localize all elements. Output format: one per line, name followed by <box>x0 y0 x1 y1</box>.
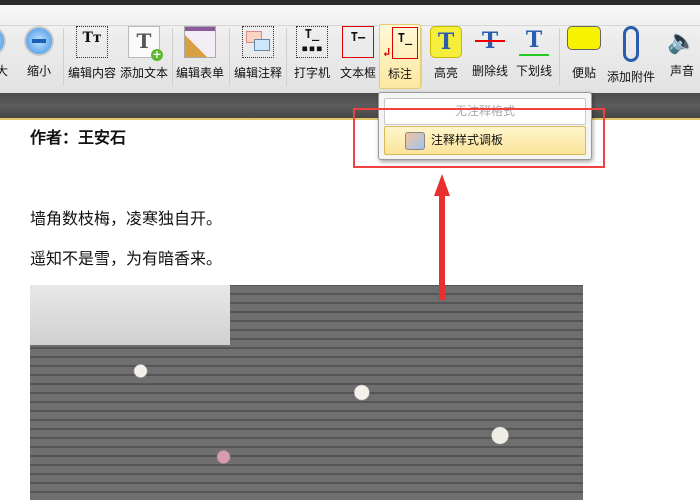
divider <box>172 28 173 86</box>
highlight-box <box>353 108 605 168</box>
poem-line: 遥知不是雪，为有暗香来。 <box>30 249 223 268</box>
sticky-note-icon <box>567 26 601 50</box>
zoom-in-button[interactable]: 大 <box>0 24 14 87</box>
typewriter-button[interactable]: T_ ▪▪▪ 打字机 <box>288 24 336 87</box>
add-text-button[interactable]: T + 添加文本 <box>118 24 170 87</box>
edit-content-icon: Tт <box>76 26 108 58</box>
edit-annotation-icon <box>242 26 274 58</box>
underline-button[interactable]: T 下划线 <box>512 24 556 87</box>
attachment-icon <box>623 26 639 62</box>
attachment-button[interactable]: 添加附件 <box>605 24 657 87</box>
callout-button[interactable]: T_ ↲ 标注 <box>379 24 421 89</box>
textbox-icon: T— <box>342 26 374 58</box>
add-text-icon: T + <box>128 26 163 61</box>
edit-content-button[interactable]: Tт 编辑内容 <box>66 24 118 87</box>
red-arrow-icon <box>434 174 450 300</box>
sound-button[interactable]: 🔈 声音 <box>660 24 700 87</box>
divider <box>229 28 230 86</box>
zoom-out-button[interactable]: 缩小 <box>22 24 56 87</box>
author-line: 作者：王安石 <box>30 128 127 147</box>
edit-form-icon <box>184 26 216 58</box>
typewriter-icon: T_ ▪▪▪ <box>296 26 328 58</box>
underline-icon: T <box>519 26 549 56</box>
edit-annotation-button[interactable]: 编辑注释 <box>231 24 285 87</box>
photo-sky <box>30 285 230 345</box>
poem-line: 墙角数枝梅，凌寒独自开。 <box>30 209 223 228</box>
divider <box>286 28 287 86</box>
strikethrough-button[interactable]: T 删除线 <box>468 24 512 87</box>
divider <box>559 28 560 86</box>
zoom-out-icon <box>24 26 54 56</box>
edit-form-button[interactable]: 编辑表单 <box>174 24 226 87</box>
highlight-button[interactable]: T 高亮 <box>424 24 468 87</box>
divider <box>63 28 64 86</box>
sticky-note-button[interactable]: 便贴 <box>562 24 606 87</box>
highlight-icon: T <box>430 26 462 58</box>
strikethrough-icon: T <box>475 26 505 56</box>
zoom-in-icon <box>0 26 6 56</box>
divider <box>421 28 422 86</box>
sound-icon: 🔈 <box>667 27 697 55</box>
plum-blossom-photo <box>30 285 583 500</box>
callout-icon: T_ ↲ <box>383 27 418 59</box>
textbox-button[interactable]: T— 文本框 <box>336 24 380 87</box>
